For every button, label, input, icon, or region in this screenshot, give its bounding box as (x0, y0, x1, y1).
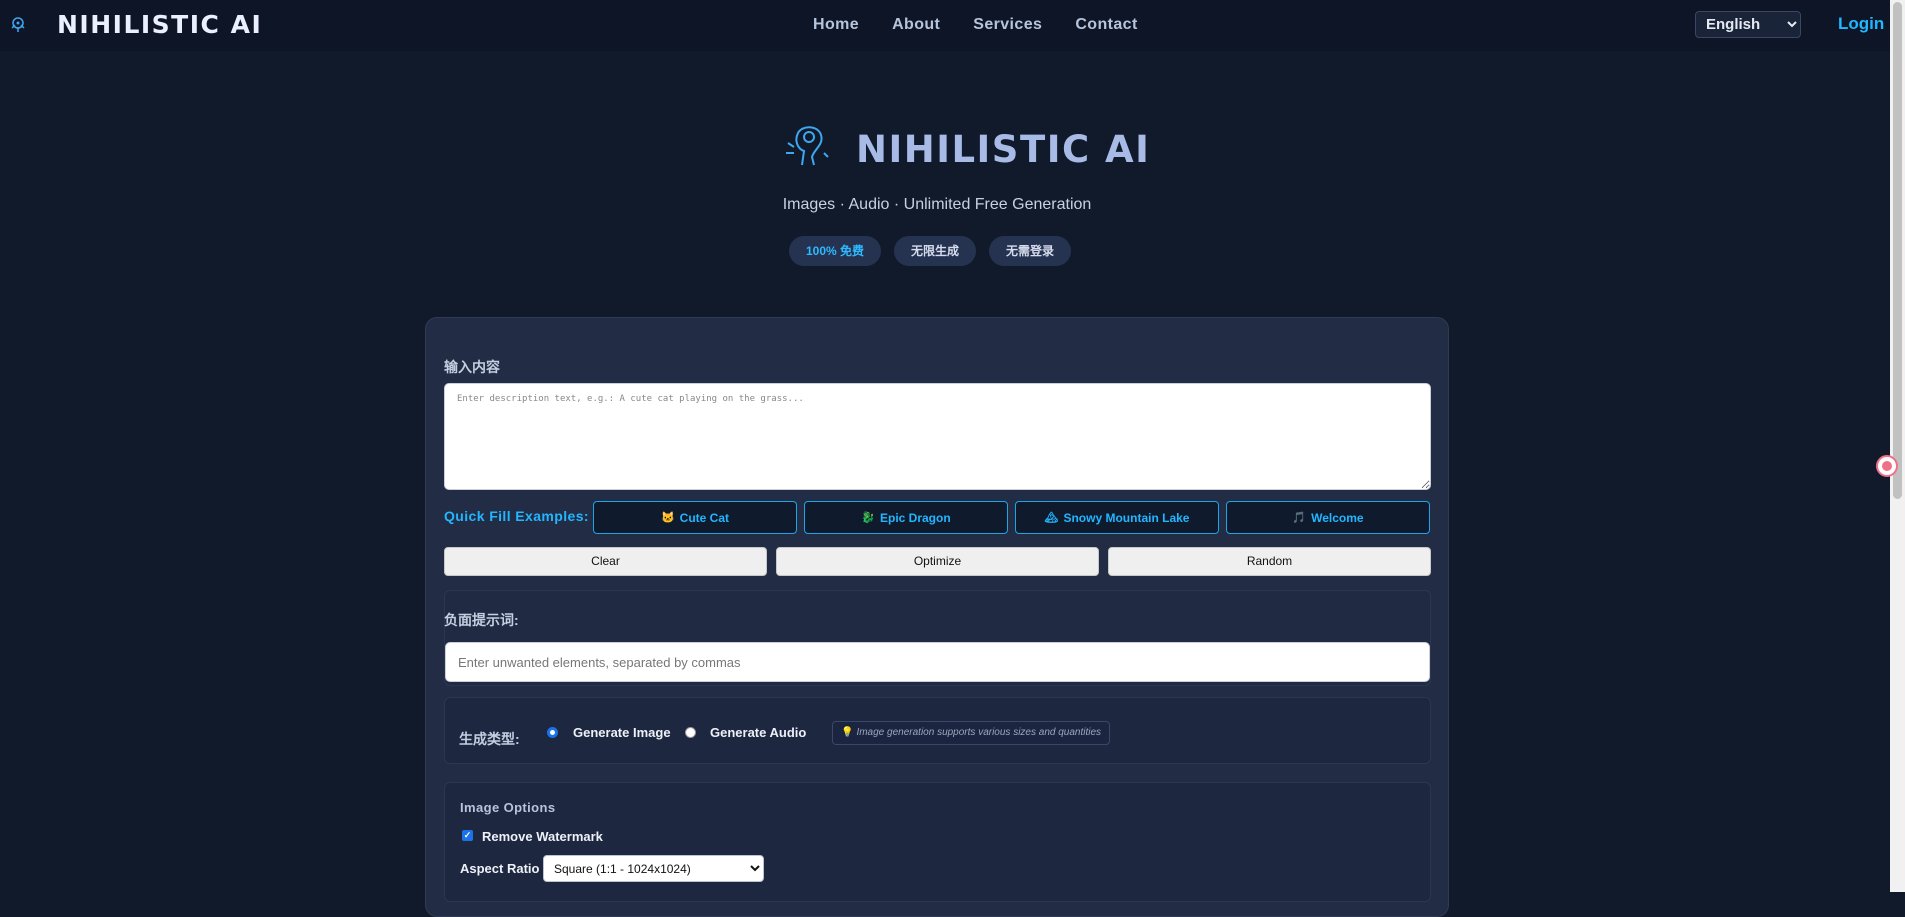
aspect-ratio-select[interactable]: Square (1:1 - 1024x1024) (543, 855, 764, 882)
page-scrollbar[interactable] (1890, 0, 1905, 892)
generate-audio-radio[interactable] (685, 727, 696, 738)
music-note-icon: 🎵 (1292, 512, 1307, 524)
quick-fill-welcome-button[interactable]: 🎵 Welcome (1226, 501, 1430, 534)
remove-watermark-label[interactable]: Remove Watermark (482, 829, 603, 844)
quick-fill-epic-dragon-button[interactable]: 🐉 Epic Dragon (804, 501, 1008, 534)
brand-logo-icon[interactable] (8, 14, 28, 34)
optimize-button[interactable]: Optimize (776, 547, 1099, 576)
mountain-icon: 🏔 (1044, 512, 1059, 524)
quick-fill-label-text: Snowy Mountain Lake (1063, 510, 1190, 525)
generate-image-radio[interactable] (547, 727, 558, 738)
language-select[interactable]: English (1695, 11, 1801, 38)
generation-hint: 💡 Image generation supports various sizes… (832, 721, 1111, 745)
quick-fill-label-text: Cute Cat (679, 510, 730, 525)
quick-fill-cute-cat-button[interactable]: 🐱 Cute Cat (593, 501, 797, 534)
generation-hint-text: Image generation supports various sizes … (856, 727, 1102, 738)
clear-button[interactable]: Clear (444, 547, 767, 576)
nav-links: Home About Services Contact (813, 16, 1138, 34)
random-button[interactable]: Random (1108, 547, 1431, 576)
cat-icon: 🐱 (660, 512, 675, 524)
aspect-ratio-label: Aspect Ratio (460, 861, 540, 876)
prompt-textarea[interactable] (444, 383, 1431, 490)
feature-badges: 100% 免费 无限生成 无需登录 (789, 236, 1072, 266)
hero-logo-icon (786, 126, 829, 166)
badge-free: 100% 免费 (789, 236, 882, 266)
generate-audio-label[interactable]: Generate Audio (710, 725, 806, 740)
hero-title: NIHILISTIC AI (856, 128, 1151, 171)
quick-fill-snowy-mountain-lake-button[interactable]: 🏔 Snowy Mountain Lake (1015, 501, 1219, 534)
brand-name[interactable]: NIHILISTIC AI (57, 10, 262, 39)
negative-prompt-label: 负面提示词: (444, 612, 519, 628)
input-label: 输入内容 (444, 359, 500, 375)
remove-watermark-checkbox[interactable]: ✓ (462, 830, 473, 841)
badge-unlimited: 无限生成 (894, 236, 977, 266)
badge-no-login: 无需登录 (989, 236, 1072, 266)
nav-contact-link[interactable]: Contact (1075, 16, 1137, 34)
quick-fill-label-text: Welcome (1311, 510, 1364, 525)
negative-prompt-input[interactable] (445, 642, 1430, 682)
scrollbar-thumb[interactable] (1893, 2, 1902, 499)
lightbulb-icon: 💡 (841, 727, 854, 738)
quick-fill-label-text: Epic Dragon (880, 510, 951, 525)
nav-home-link[interactable]: Home (813, 16, 859, 34)
floating-helper-icon[interactable] (1876, 455, 1898, 477)
generation-type-label: 生成类型: (459, 731, 520, 747)
nav-services-link[interactable]: Services (973, 16, 1042, 34)
nav-about-link[interactable]: About (892, 16, 940, 34)
quick-fill-buttons: 🐱 Cute Cat 🐉 Epic Dragon 🏔 Snowy Mountai… (593, 501, 1430, 534)
dragon-icon: 🐉 (861, 512, 875, 524)
image-options-title: Image Options (460, 800, 556, 815)
quick-fill-label: Quick Fill Examples: (444, 508, 589, 524)
top-navbar: NIHILISTIC AI Home About Services Contac… (0, 0, 1890, 51)
hero-subtitle: Images · Audio · Unlimited Free Generati… (782, 196, 1092, 213)
generate-image-label[interactable]: Generate Image (573, 725, 671, 740)
prompt-action-buttons: Clear Optimize Random (444, 547, 1431, 576)
login-link[interactable]: Login (1838, 14, 1884, 34)
